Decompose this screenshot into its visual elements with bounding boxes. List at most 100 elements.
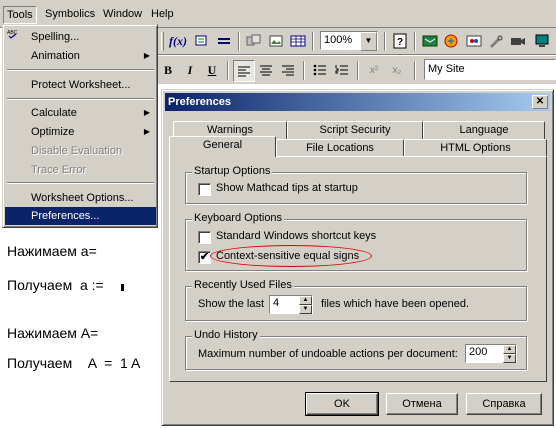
formatting-toolbar: B I U x² x₂ My Site: [158, 56, 556, 84]
cancel-button[interactable]: Отмена: [386, 393, 458, 415]
spin-down-icon[interactable]: ▼: [503, 354, 516, 363]
align-left-icon[interactable]: [233, 60, 255, 82]
worksheet-text-4: Получаем A = 1 A: [7, 355, 141, 371]
dialog-title-bar[interactable]: Preferences ✕: [165, 93, 550, 111]
submenu-arrow-icon: ▶: [143, 51, 150, 60]
undo-history-label: Undo History: [192, 329, 260, 341]
ok-button[interactable]: OK: [305, 392, 379, 416]
menu-tools[interactable]: Tools: [3, 6, 37, 24]
web-icon[interactable]: [442, 31, 462, 51]
tab-html-options[interactable]: HTML Options: [404, 139, 547, 157]
recent-files-label: Recently Used Files: [192, 279, 294, 291]
menu-item-worksheet-options[interactable]: Worksheet Options...: [5, 189, 156, 207]
monitor-icon[interactable]: [532, 31, 552, 51]
max-undo-spinner[interactable]: 200 ▲ ▼: [465, 344, 517, 363]
help-question-icon[interactable]: ?: [390, 31, 410, 51]
menu-item-preferences[interactable]: Preferences...: [5, 207, 156, 225]
recent-files-count-spinner[interactable]: 4 ▲ ▼: [269, 295, 313, 314]
menu-item-spelling[interactable]: Spelling...: [5, 28, 156, 46]
toolbar-separator: [312, 32, 314, 51]
tab-general[interactable]: General: [169, 136, 276, 157]
context-equal-checkbox[interactable]: ✔: [198, 251, 211, 264]
close-icon[interactable]: ✕: [532, 95, 548, 109]
menu-separator: [7, 182, 154, 184]
insert-table-icon[interactable]: [288, 31, 308, 51]
video-icon[interactable]: [508, 31, 528, 51]
insert-picture-icon[interactable]: [266, 31, 286, 51]
toolbar-separator: [414, 61, 416, 80]
italic-button[interactable]: I: [180, 60, 200, 80]
keyboard-options-label: Keyboard Options: [192, 212, 285, 224]
checkmark-icon: ✔: [199, 251, 210, 263]
definition-button[interactable]: [214, 31, 234, 51]
bullet-list-icon[interactable]: [310, 60, 330, 80]
menu-item-optimize[interactable]: Optimize ▶: [5, 123, 156, 141]
dialog-title: Preferences: [168, 96, 231, 108]
tab-panel-general: Startup Options Show Mathcad tips at sta…: [169, 156, 547, 382]
spin-up-icon[interactable]: ▲: [299, 296, 312, 305]
zoom-value: 100%: [324, 34, 353, 46]
toolbar-separator: [303, 61, 305, 80]
menu-separator: [7, 69, 154, 71]
insert-function-button[interactable]: f(x): [168, 31, 188, 51]
superscript-button[interactable]: x²: [364, 60, 384, 80]
startup-options-label: Startup Options: [192, 165, 273, 177]
undo-history-group: Undo History Maximum number of undoable …: [185, 329, 527, 370]
toolbar-separator: [414, 32, 416, 51]
help-button[interactable]: Справка: [466, 393, 542, 415]
keyboard-options-group: Keyboard Options Standard Windows shortc…: [185, 212, 527, 271]
startup-options-group: Startup Options Show Mathcad tips at sta…: [185, 165, 527, 204]
show-tips-checkbox[interactable]: [198, 183, 211, 196]
files-opened-label: files which have been opened.: [321, 298, 469, 310]
subscript-button[interactable]: x₂: [387, 60, 407, 80]
chevron-down-icon[interactable]: ▼: [360, 32, 377, 51]
tools-icon[interactable]: [486, 31, 506, 51]
preferences-dialog: Preferences ✕ Warnings Script Security L…: [161, 89, 554, 426]
menu-window[interactable]: Window: [100, 6, 145, 22]
menu-item-trace-error: Trace Error: [31, 164, 87, 176]
style-value: My Site: [428, 63, 465, 75]
max-undo-value: 200: [469, 346, 488, 358]
menu-symbolics[interactable]: Symbolics: [42, 6, 98, 22]
toolbar-separator: [357, 61, 359, 80]
tab-script-security[interactable]: Script Security: [287, 121, 423, 139]
recent-files-count-value: 4: [273, 297, 280, 309]
worksheet-text-2: Получаем а :=: [7, 277, 104, 293]
show-tips-label: Show Mathcad tips at startup: [216, 182, 358, 194]
menu-item-animation[interactable]: Animation ▶: [5, 47, 156, 65]
align-right-icon[interactable]: [278, 60, 298, 80]
standard-shortcuts-checkbox[interactable]: [198, 231, 211, 244]
zoom-select[interactable]: 100% ▼: [320, 31, 378, 51]
recent-files-group: Recently Used Files Show the last 4 ▲ ▼ f…: [185, 279, 527, 321]
menu-item-protect-worksheet[interactable]: Protect Worksheet...: [5, 76, 156, 94]
resources-icon[interactable]: [420, 31, 440, 51]
collaboratory-icon[interactable]: [464, 31, 484, 51]
standard-shortcuts-label: Standard Windows shortcut keys: [216, 230, 377, 242]
style-select[interactable]: My Site: [424, 59, 556, 80]
worksheet[interactable]: Нажимаем а= Получаем а := Нажимаем А= По…: [0, 228, 160, 428]
menu-help[interactable]: Help: [148, 6, 177, 22]
tools-menu: ABC Spelling... Animation ▶ Protect Works…: [2, 24, 158, 228]
numbered-list-icon[interactable]: [332, 60, 352, 80]
max-undo-label: Maximum number of undoable actions per d…: [198, 348, 458, 360]
tab-file-locations[interactable]: File Locations: [276, 139, 404, 157]
underline-button[interactable]: U: [202, 60, 222, 80]
spin-up-icon[interactable]: ▲: [503, 345, 516, 354]
highlight-ellipse: [210, 245, 372, 267]
toolbar-grip: [161, 32, 164, 51]
worksheet-text-3: Нажимаем А=: [7, 325, 99, 341]
text-cursor: [121, 284, 124, 291]
toolbar-separator: [384, 32, 386, 51]
align-center-icon[interactable]: [256, 60, 276, 80]
toolbar-separator: [227, 61, 229, 80]
menu-item-calculate[interactable]: Calculate ▶: [5, 104, 156, 122]
insert-unit-button[interactable]: [192, 31, 212, 51]
tab-language[interactable]: Language: [423, 121, 545, 139]
submenu-arrow-icon: ▶: [143, 108, 150, 117]
svg-text:?: ?: [397, 37, 403, 48]
submenu-arrow-icon: ▶: [143, 127, 150, 136]
component-icon[interactable]: [244, 31, 264, 51]
toolbar-separator: [238, 32, 240, 51]
spin-down-icon[interactable]: ▼: [299, 305, 312, 314]
bold-button[interactable]: B: [158, 60, 178, 80]
